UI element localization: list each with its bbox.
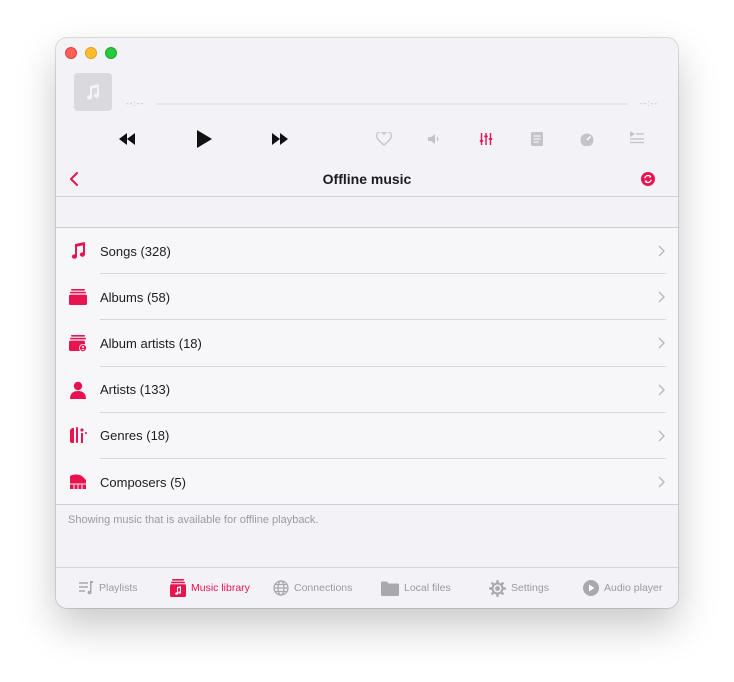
tab-label: Local files	[404, 582, 451, 594]
chevron-right-icon	[656, 337, 666, 349]
list-item-genres[interactable]: Genres (18)	[56, 413, 678, 459]
elapsed-time: --:--	[126, 99, 144, 108]
piano-icon	[68, 472, 88, 492]
document-lines-icon	[531, 132, 543, 146]
window-controls	[65, 47, 117, 59]
tab-audio-player[interactable]: Audio player	[583, 578, 662, 598]
album-artists-icon	[68, 333, 88, 353]
album-artwork[interactable]	[74, 73, 112, 111]
music-note-icon	[68, 241, 88, 261]
sync-circle-icon	[641, 172, 655, 186]
next-track-button[interactable]	[269, 129, 291, 149]
play-queue-icon	[630, 131, 644, 144]
list-item-albums[interactable]: Albums (58)	[56, 274, 678, 321]
playback-speed-button[interactable]	[577, 129, 597, 149]
tab-connections[interactable]: Connections	[273, 578, 352, 598]
library-list: Songs (328) Albums (58) Album artists (1…	[56, 227, 678, 505]
sync-button[interactable]	[638, 169, 658, 189]
folder-icon	[381, 581, 399, 596]
tab-playlists[interactable]: Playlists	[78, 578, 138, 598]
chevron-right-icon	[656, 476, 666, 488]
queue-button[interactable]	[627, 127, 647, 147]
volume-button[interactable]	[424, 129, 444, 149]
speedometer-icon	[580, 133, 594, 146]
tab-settings[interactable]: Settings	[489, 578, 549, 598]
tab-label: Music library	[191, 582, 250, 594]
favorite-button[interactable]	[374, 129, 394, 149]
genres-guitars-icon	[68, 426, 88, 446]
tab-label: Audio player	[604, 582, 663, 594]
globe-icon	[273, 580, 289, 596]
heart-icon	[376, 132, 392, 146]
albums-icon	[68, 287, 88, 307]
list-item-label: Albums (58)	[100, 289, 171, 305]
play-button[interactable]	[193, 127, 215, 151]
play-circle-icon	[583, 580, 599, 596]
artist-person-icon	[68, 380, 88, 400]
list-item-label: Genres (18)	[100, 428, 170, 444]
equalizer-button[interactable]	[476, 129, 496, 149]
previous-track-button[interactable]	[116, 129, 138, 149]
rewind-icon	[119, 133, 135, 145]
chevron-right-icon	[656, 245, 666, 257]
remaining-time: --:--	[640, 99, 658, 108]
list-item-songs[interactable]: Songs (328)	[56, 228, 678, 275]
list-item-artists[interactable]: Artists (133)	[56, 367, 678, 413]
equalizer-sliders-icon	[479, 133, 493, 145]
list-footer-note: Showing music that is available for offl…	[68, 514, 319, 526]
zoom-window-button[interactable]	[105, 47, 117, 59]
play-icon	[197, 130, 212, 148]
chevron-right-icon	[656, 384, 666, 396]
speaker-icon	[428, 134, 439, 144]
tab-label: Connections	[294, 582, 353, 594]
list-item-composers[interactable]: Composers (5)	[56, 459, 678, 505]
minimize-window-button[interactable]	[85, 47, 97, 59]
gear-icon	[489, 579, 506, 597]
tab-music-library[interactable]: Music library	[170, 578, 250, 598]
music-library-icon	[170, 579, 186, 597]
navigation-bar: Offline music	[56, 163, 678, 197]
lyrics-button[interactable]	[527, 129, 547, 149]
list-item-label: Songs (328)	[100, 243, 171, 259]
tab-local-files[interactable]: Local files	[381, 578, 451, 598]
playlist-icon	[79, 581, 93, 595]
music-note-icon	[87, 84, 100, 100]
fast-forward-icon	[272, 133, 288, 145]
list-item-label: Album artists (18)	[100, 335, 202, 351]
chevron-right-icon	[656, 430, 666, 442]
app-window: --:-- --:-- Offline music Songs (328) Al…	[56, 38, 678, 608]
page-title: Offline music	[322, 171, 412, 187]
list-item-album-artists[interactable]: Album artists (18)	[56, 320, 678, 367]
tab-label: Playlists	[99, 582, 138, 594]
tab-bar: Playlists Music library Connections Loca…	[56, 567, 678, 608]
tab-label: Settings	[511, 582, 549, 594]
playback-progress-slider[interactable]	[156, 103, 628, 105]
list-item-label: Composers (5)	[100, 474, 186, 490]
close-window-button[interactable]	[65, 47, 77, 59]
chevron-right-icon	[656, 291, 666, 303]
list-item-label: Artists (133)	[100, 382, 171, 398]
